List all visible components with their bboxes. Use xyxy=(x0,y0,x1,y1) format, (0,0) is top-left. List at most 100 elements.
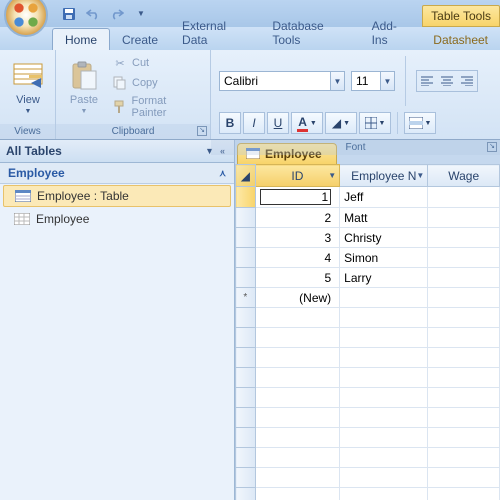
cell-id[interactable]: 2 xyxy=(255,208,340,228)
cell-id[interactable] xyxy=(255,187,340,208)
data-grid[interactable]: ◢ ID▼ Employee N▼ Wage Jeff2Matt3Christy… xyxy=(235,164,500,500)
cell-name[interactable]: Christy xyxy=(340,228,428,248)
cell-wage[interactable] xyxy=(428,187,500,208)
table-row[interactable]: 4Simon xyxy=(236,248,500,268)
row-header[interactable] xyxy=(236,268,256,288)
cell-name[interactable]: Jeff xyxy=(340,187,428,208)
group-clipboard: Paste ▼ ✂Cut Copy Format Painter Clipboa… xyxy=(56,50,211,139)
group-font: ▼ ▼ B I U A▼ ◢▼ ▼ ▼ Font↘ xyxy=(211,50,500,139)
table-icon xyxy=(15,189,31,203)
dialog-launcher-icon[interactable]: ↘ xyxy=(197,126,207,136)
row-header[interactable] xyxy=(236,187,256,208)
quick-access-toolbar: ▼ xyxy=(58,3,152,25)
italic-button[interactable]: I xyxy=(243,112,265,134)
cell-id[interactable]: 5 xyxy=(255,268,340,288)
view-icon xyxy=(12,60,44,92)
alt-row-color-button[interactable]: ▼ xyxy=(404,112,436,134)
cut-button[interactable]: ✂Cut xyxy=(110,54,204,72)
contextual-tab-label: Table Tools xyxy=(422,5,500,27)
cell-id[interactable]: (New) xyxy=(255,288,340,308)
cell-wage[interactable] xyxy=(428,288,500,308)
nav-header[interactable]: All Tables ▼ « xyxy=(0,140,234,163)
chevron-down-icon[interactable]: ▼ xyxy=(330,72,344,90)
cell-name[interactable]: Matt xyxy=(340,208,428,228)
empty-row xyxy=(236,488,500,500)
paste-button[interactable]: Paste ▼ xyxy=(62,58,106,117)
chevron-down-icon: ▼ xyxy=(81,108,88,115)
redo-icon[interactable] xyxy=(106,4,128,24)
cut-label: Cut xyxy=(132,57,149,69)
chevron-up-icon: ⋏ xyxy=(219,168,226,179)
tab-database-tools[interactable]: Database Tools xyxy=(260,15,359,50)
paste-label: Paste xyxy=(70,94,98,106)
bold-button[interactable]: B xyxy=(219,112,241,134)
clipboard-group-label: Clipboard↘ xyxy=(56,124,210,139)
nav-group-employee[interactable]: Employee ⋏ xyxy=(0,163,234,184)
format-painter-button[interactable]: Format Painter xyxy=(110,94,204,120)
align-center-button[interactable] xyxy=(437,71,457,91)
tab-create[interactable]: Create xyxy=(110,29,170,50)
cell-wage[interactable] xyxy=(428,208,500,228)
copy-label: Copy xyxy=(132,77,158,89)
align-left-button[interactable] xyxy=(417,71,437,91)
cell-id[interactable]: 4 xyxy=(255,248,340,268)
empty-row xyxy=(236,388,500,408)
dialog-launcher-icon[interactable]: ↘ xyxy=(487,142,497,152)
tab-add-ins[interactable]: Add-Ins xyxy=(360,15,422,50)
cell-wage[interactable] xyxy=(428,268,500,288)
fill-color-button[interactable]: ◢▼ xyxy=(325,112,357,134)
underline-button[interactable]: U xyxy=(267,112,289,134)
id-input[interactable] xyxy=(260,189,332,205)
cell-name[interactable]: Simon xyxy=(340,248,428,268)
cell-wage[interactable] xyxy=(428,228,500,248)
chevron-down-icon[interactable]: ▼ xyxy=(416,171,424,180)
cell-id[interactable]: 3 xyxy=(255,228,340,248)
new-row[interactable]: (New) xyxy=(236,288,500,308)
painter-label: Format Painter xyxy=(132,95,203,119)
chevron-down-icon[interactable]: ▼ xyxy=(328,171,336,180)
table-row[interactable]: 3Christy xyxy=(236,228,500,248)
separator xyxy=(405,56,406,106)
font-color-button[interactable]: A▼ xyxy=(291,112,323,134)
column-header-wage[interactable]: Wage xyxy=(428,165,500,187)
datasheet: Employee ◢ ID▼ Employee N▼ Wage Jeff2Mat… xyxy=(235,140,500,500)
copy-button[interactable]: Copy xyxy=(110,74,204,92)
table-row[interactable]: 5Larry xyxy=(236,268,500,288)
nav-header-label: All Tables xyxy=(6,144,62,158)
table-row[interactable]: 2Matt xyxy=(236,208,500,228)
views-group-label: Views xyxy=(0,124,55,139)
save-icon[interactable] xyxy=(58,4,80,24)
table-row[interactable]: Jeff xyxy=(236,187,500,208)
cell-name[interactable]: Larry xyxy=(340,268,428,288)
row-header[interactable] xyxy=(236,248,256,268)
tab-datasheet[interactable]: Datasheet xyxy=(421,29,500,50)
cell-name[interactable] xyxy=(340,288,428,308)
nav-group-label: Employee xyxy=(8,166,65,180)
chevron-down-icon[interactable]: ▼ xyxy=(380,72,394,90)
nav-item-employee-table[interactable]: Employee : Table xyxy=(3,185,231,207)
align-right-button[interactable] xyxy=(457,71,477,91)
row-header[interactable] xyxy=(236,228,256,248)
column-header-id[interactable]: ID▼ xyxy=(255,165,340,187)
row-header[interactable] xyxy=(236,208,256,228)
font-name-input[interactable] xyxy=(220,72,330,90)
rows-icon xyxy=(409,117,423,129)
nav-item-employee-open[interactable]: Employee xyxy=(0,208,234,230)
view-button[interactable]: View ▼ xyxy=(6,58,50,117)
font-name-combo[interactable]: ▼ xyxy=(219,71,345,91)
tab-external-data[interactable]: External Data xyxy=(170,15,260,50)
tab-home[interactable]: Home xyxy=(52,28,110,50)
font-size-input[interactable] xyxy=(352,72,380,90)
select-all-cell[interactable]: ◢ xyxy=(236,165,256,187)
font-group-label: Font↘ xyxy=(211,140,500,155)
row-header[interactable] xyxy=(236,288,256,308)
cell-wage[interactable] xyxy=(428,248,500,268)
undo-icon[interactable] xyxy=(82,4,104,24)
column-header-name[interactable]: Employee N▼ xyxy=(340,165,428,187)
main: All Tables ▼ « Employee ⋏ Employee : Tab… xyxy=(0,140,500,500)
empty-row xyxy=(236,348,500,368)
view-label: View xyxy=(16,94,40,106)
gridlines-button[interactable]: ▼ xyxy=(359,112,391,134)
qat-customize-icon[interactable]: ▼ xyxy=(130,4,152,24)
font-size-combo[interactable]: ▼ xyxy=(351,71,395,91)
